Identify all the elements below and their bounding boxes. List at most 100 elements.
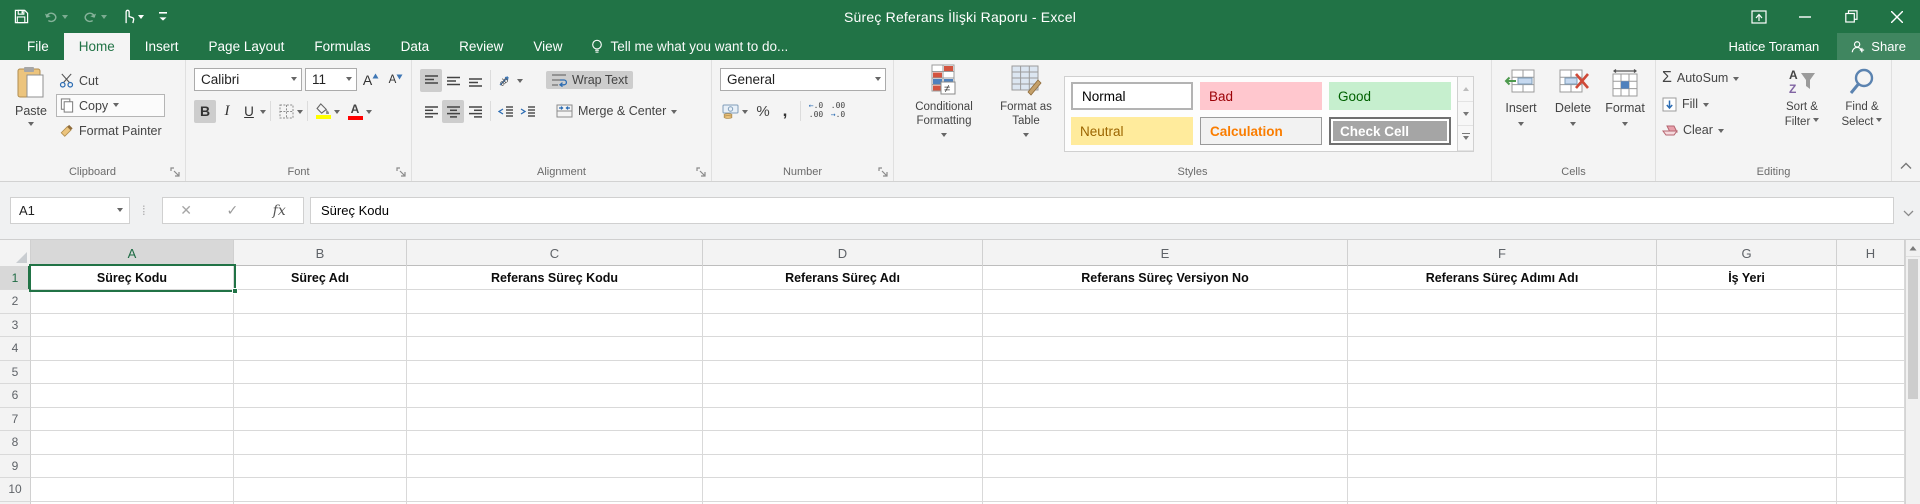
comma-style-button[interactable]: , [774, 100, 796, 123]
close-button[interactable] [1874, 0, 1920, 33]
cell-H1[interactable] [1837, 266, 1905, 290]
cell-B9[interactable] [234, 454, 407, 478]
cell-C8[interactable] [407, 431, 703, 455]
column-header-f[interactable]: F [1348, 240, 1657, 266]
cell-A6[interactable] [31, 384, 234, 408]
column-header-b[interactable]: B [234, 240, 407, 266]
borders-caret[interactable] [297, 109, 303, 117]
cell-F3[interactable] [1348, 313, 1657, 337]
cell-E6[interactable] [983, 384, 1348, 408]
collapse-ribbon-button[interactable] [1900, 157, 1912, 175]
restore-button[interactable] [1828, 0, 1874, 33]
cell-F5[interactable] [1348, 360, 1657, 384]
cell-H6[interactable] [1837, 384, 1905, 408]
fill-color-button[interactable] [312, 100, 334, 123]
gallery-more-button[interactable] [1458, 126, 1473, 152]
save-icon[interactable] [14, 9, 29, 24]
cell-E4[interactable] [983, 337, 1348, 361]
cell-E2[interactable] [983, 290, 1348, 314]
tab-page-layout[interactable]: Page Layout [194, 33, 300, 60]
decrease-decimal-button[interactable]: .00 →.0 [827, 100, 849, 123]
row-header-1[interactable]: 1 [0, 266, 31, 290]
cell-B4[interactable] [234, 337, 407, 361]
row-header-7[interactable]: 7 [0, 407, 31, 431]
cell-C3[interactable] [407, 313, 703, 337]
cell-B6[interactable] [234, 384, 407, 408]
delete-cells-button[interactable]: Delete [1548, 68, 1598, 129]
redo-icon[interactable] [82, 10, 107, 24]
cell-G6[interactable] [1657, 384, 1837, 408]
vertical-scrollbar[interactable] [1905, 240, 1920, 504]
column-header-g[interactable]: G [1657, 240, 1837, 266]
cell-F9[interactable] [1348, 454, 1657, 478]
cell-style-neutral[interactable]: Neutral [1071, 117, 1193, 145]
align-bottom-button[interactable] [464, 69, 486, 92]
share-button[interactable]: Share [1837, 33, 1920, 60]
alignment-dialog-launcher[interactable] [696, 165, 708, 177]
cell-A4[interactable] [31, 337, 234, 361]
font-name-combo[interactable]: Calibri [194, 68, 302, 91]
insert-cells-button[interactable]: Insert [1496, 68, 1546, 129]
format-painter-button[interactable]: Format Painter [56, 119, 165, 142]
cell-F8[interactable] [1348, 431, 1657, 455]
minimize-button[interactable] [1782, 0, 1828, 33]
wrap-text-button[interactable]: Wrap Text [546, 71, 633, 89]
font-dialog-launcher[interactable] [396, 165, 408, 177]
cell-A3[interactable] [31, 313, 234, 337]
increase-indent-button[interactable] [517, 100, 539, 123]
select-all-corner[interactable] [0, 240, 31, 266]
cut-button[interactable]: Cut [56, 69, 165, 92]
expand-formula-bar-icon[interactable] [1903, 204, 1914, 222]
cell-H8[interactable] [1837, 431, 1905, 455]
column-header-d[interactable]: D [703, 240, 983, 266]
cell-C4[interactable] [407, 337, 703, 361]
row-header-6[interactable]: 6 [0, 384, 31, 408]
sort-filter-button[interactable]: AZ Sort & Filter [1772, 67, 1832, 130]
cell-E9[interactable] [983, 454, 1348, 478]
cell-E1[interactable]: Referans Süreç Versiyon No [983, 266, 1348, 290]
clipboard-dialog-launcher[interactable] [170, 165, 182, 177]
touch-mouse-mode-icon[interactable] [121, 9, 144, 24]
format-cells-button[interactable]: Format [1600, 68, 1650, 129]
tab-file[interactable]: File [12, 33, 64, 60]
tab-data[interactable]: Data [386, 33, 445, 60]
tab-view[interactable]: View [518, 33, 577, 60]
formula-bar-separator[interactable]: ⁞ [142, 197, 147, 224]
cell-D3[interactable] [703, 313, 983, 337]
number-format-combo[interactable]: General [720, 68, 886, 91]
cell-G5[interactable] [1657, 360, 1837, 384]
font-color-caret[interactable] [366, 109, 372, 117]
fill-color-caret[interactable] [334, 109, 340, 117]
number-dialog-launcher[interactable] [878, 165, 890, 177]
italic-button[interactable]: I [216, 100, 238, 123]
cell-F6[interactable] [1348, 384, 1657, 408]
scrollbar-thumb[interactable] [1908, 259, 1918, 399]
cell-G8[interactable] [1657, 431, 1837, 455]
row-header-5[interactable]: 5 [0, 360, 31, 384]
undo-icon[interactable] [43, 10, 68, 24]
underline-caret[interactable] [260, 109, 266, 117]
row-header-3[interactable]: 3 [0, 313, 31, 337]
increase-font-size-button[interactable]: A [360, 68, 382, 91]
cell-A10[interactable] [31, 478, 234, 502]
cell-D8[interactable] [703, 431, 983, 455]
cell-E3[interactable] [983, 313, 1348, 337]
align-right-button[interactable] [464, 100, 486, 123]
cell-C9[interactable] [407, 454, 703, 478]
scroll-up-button[interactable] [1906, 240, 1920, 257]
tab-review[interactable]: Review [444, 33, 518, 60]
row-header-2[interactable]: 2 [0, 290, 31, 314]
cell-C7[interactable] [407, 407, 703, 431]
cell-C1[interactable]: Referans Süreç Kodu [407, 266, 703, 290]
cell-G3[interactable] [1657, 313, 1837, 337]
align-left-button[interactable] [420, 100, 442, 123]
cell-D6[interactable] [703, 384, 983, 408]
decrease-font-size-button[interactable]: A [385, 68, 407, 91]
cell-F10[interactable] [1348, 478, 1657, 502]
cell-style-bad[interactable]: Bad [1200, 82, 1322, 110]
gallery-scroll-up-button[interactable] [1458, 77, 1473, 102]
gallery-scroll-down-button[interactable] [1458, 101, 1473, 127]
format-as-table-button[interactable]: Format as Table [990, 64, 1062, 140]
cell-D7[interactable] [703, 407, 983, 431]
font-size-combo[interactable]: 11 [305, 68, 357, 91]
